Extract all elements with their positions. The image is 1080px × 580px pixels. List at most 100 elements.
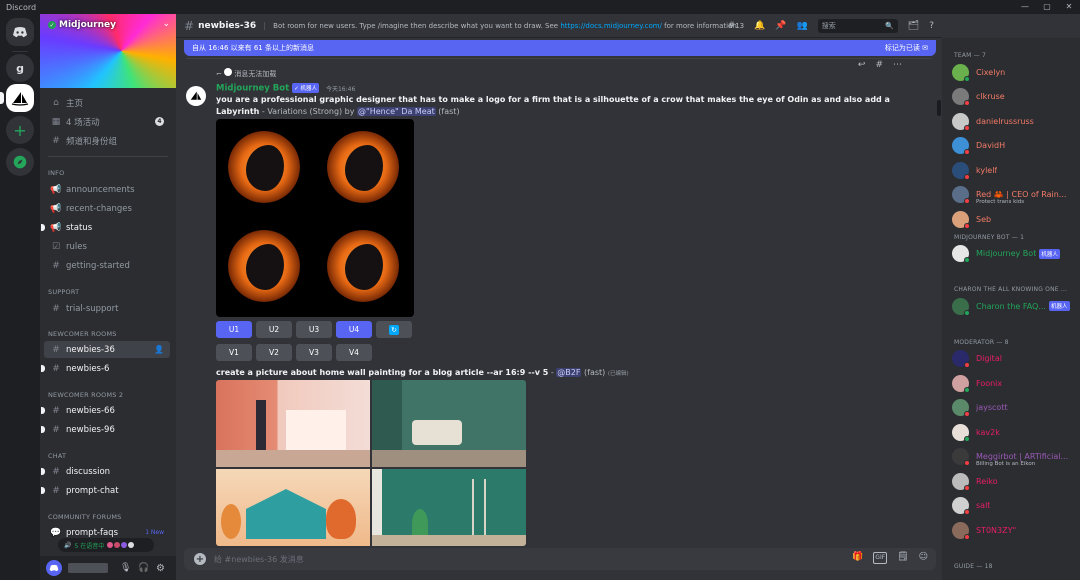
guild-g[interactable]: g xyxy=(6,54,34,82)
add-member-icon[interactable]: 👤 xyxy=(154,345,164,354)
minimize-button[interactable]: — xyxy=(1014,0,1036,14)
category-community-forums[interactable]: COMMUNITY FORUMS xyxy=(48,513,121,521)
pin-icon[interactable]: 📌 xyxy=(775,21,786,31)
maximize-button[interactable]: ▢ xyxy=(1036,0,1058,14)
username-redacted[interactable] xyxy=(68,563,108,573)
member-item[interactable]: ST0N3ZY" xyxy=(952,520,1076,540)
member-item[interactable]: Red 🦀 | CEO of Rain... Protect trans kids xyxy=(952,185,1076,205)
category-newcomer-rooms[interactable]: NEWCOMER ROOMS xyxy=(48,330,117,338)
channel-rules[interactable]: ☑ rules xyxy=(44,238,170,255)
gift-icon[interactable]: 🎁 xyxy=(852,552,863,564)
upscale-1-button[interactable]: U1 xyxy=(216,321,252,338)
reroll-button[interactable]: ↻ xyxy=(376,321,412,338)
user-mention[interactable]: @"Hence" Da Meat xyxy=(357,107,436,116)
new-messages-bar[interactable]: 自从 16:46 以来有 61 条以上的新消息 标记为已读 ✉ xyxy=(184,40,936,56)
member-item[interactable]: kylelf xyxy=(952,160,1076,180)
member-item[interactable]: Meggirbot | ARTificial... Billing Bot is … xyxy=(952,447,1076,467)
reply-icon[interactable]: ↩ xyxy=(858,60,866,70)
channel-status[interactable]: 📢 status xyxy=(41,219,170,236)
discord-home-icon[interactable] xyxy=(6,18,34,46)
category-support[interactable]: SUPPORT xyxy=(48,288,79,296)
member-item[interactable]: Charon the FAQ... 机器人 xyxy=(952,296,1076,316)
member-item[interactable]: kav2k xyxy=(952,422,1076,442)
avatar xyxy=(952,423,970,442)
sidebar-item-channels-roles[interactable]: # 频道和身份组 xyxy=(44,132,170,149)
close-button[interactable]: ✕ xyxy=(1058,0,1080,14)
variation-1-button[interactable]: V1 xyxy=(216,344,252,361)
member-item[interactable]: Foonix xyxy=(952,373,1076,393)
category-info[interactable]: INFO xyxy=(48,169,64,177)
explore-icon[interactable] xyxy=(6,148,34,176)
member-item[interactable]: Cixelyn xyxy=(952,62,1076,82)
channel-discussion[interactable]: # discussion xyxy=(41,463,170,480)
sticker-icon[interactable]: 🗒 xyxy=(897,552,908,564)
member-item[interactable]: salt xyxy=(952,496,1076,516)
upscale-2-button[interactable]: U2 xyxy=(256,321,292,338)
user-mention[interactable]: @B2F xyxy=(556,368,582,377)
inbox-icon[interactable]: 🗂 xyxy=(908,21,919,31)
channel-newbies-6[interactable]: # newbies-6 xyxy=(41,360,170,377)
scrollbar-thumb[interactable] xyxy=(937,100,941,116)
more-icon[interactable]: ⋯ xyxy=(893,60,902,70)
channel-newbies-96[interactable]: # newbies-96 xyxy=(41,421,170,438)
help-icon[interactable]: ? xyxy=(929,21,934,31)
member-item[interactable]: Reiko xyxy=(952,471,1076,491)
member-item[interactable]: DavidH xyxy=(952,136,1076,156)
channel-topic[interactable]: Bot room for new users. Type /imagine th… xyxy=(264,21,737,30)
threads-icon[interactable]: #13 xyxy=(728,21,744,31)
member-item[interactable]: Midjourney Bot 机器人 xyxy=(952,244,1076,264)
channel-newbies-36[interactable]: # newbies-36 👤 xyxy=(44,341,170,358)
server-banner[interactable]: ✓ Midjourney ⌄ xyxy=(40,14,176,88)
channel-announcements[interactable]: 📢 announcements xyxy=(44,181,170,198)
upscale-3-button[interactable]: U3 xyxy=(296,321,332,338)
category-chat[interactable]: CHAT xyxy=(48,452,66,460)
author-name[interactable]: Midjourney Bot xyxy=(216,84,289,94)
variation-2-button[interactable]: V2 xyxy=(256,344,292,361)
channel-getting-started[interactable]: # getting-started xyxy=(44,257,170,274)
member-item[interactable]: danielrussruss xyxy=(952,111,1076,131)
settings-gear-icon[interactable]: ⚙ xyxy=(156,563,165,574)
bell-icon[interactable]: 🔔 xyxy=(754,21,765,31)
channel-prompt-chat[interactable]: # prompt-chat xyxy=(41,482,170,499)
topic-link[interactable]: https://docs.midjourney.com/ xyxy=(560,22,662,30)
message-input[interactable]: + 给 #newbies-36 发消息 🎁 GIF 🗒 ☺ xyxy=(184,548,936,570)
member-list-icon[interactable]: 👥 xyxy=(797,21,808,31)
hash-icon: # xyxy=(52,485,60,496)
timestamp: 今天16:46 xyxy=(325,85,356,93)
sidebar-item-events[interactable]: ▦ 4 场活动 4 xyxy=(44,113,170,130)
channel-newbies-66[interactable]: # newbies-66 xyxy=(41,402,170,419)
thread-icon[interactable]: # xyxy=(875,60,883,70)
channel-trial-support[interactable]: # trial-support xyxy=(44,300,170,317)
avatar[interactable] xyxy=(46,560,62,576)
bot-avatar[interactable] xyxy=(186,86,206,106)
variation-4-button[interactable]: V4 xyxy=(336,344,372,361)
search-icon: 🔍 xyxy=(885,22,894,30)
guild-midjourney[interactable] xyxy=(6,84,34,112)
voice-status-pill[interactable]: 🔊 5 在语音中 xyxy=(58,538,154,552)
category-newcomer-rooms-2[interactable]: NEWCOMER ROOMS 2 xyxy=(48,391,123,399)
gif-icon[interactable]: GIF xyxy=(873,552,888,564)
microphone-icon[interactable]: 🎙 xyxy=(120,563,131,573)
variation-3-button[interactable]: V3 xyxy=(296,344,332,361)
add-server-icon[interactable]: + xyxy=(6,116,34,144)
search-input[interactable]: 搜索 🔍 xyxy=(817,19,898,33)
member-item[interactable]: jayscott xyxy=(952,398,1076,418)
topic-text: Bot room for new users. Type /imagine th… xyxy=(273,21,559,30)
member-item[interactable]: Digital xyxy=(952,349,1076,369)
channel-label: newbies-66 xyxy=(66,405,115,416)
sidebar-item-home[interactable]: ⌂ 主页 xyxy=(44,94,170,111)
channel-recent-changes[interactable]: 📢 recent-changes xyxy=(44,200,170,217)
topic-tail: for more information xyxy=(664,21,737,30)
emoji-icon[interactable]: ☺ xyxy=(919,552,928,564)
member-item[interactable]: clkruse xyxy=(952,87,1076,107)
painting-image-grid[interactable] xyxy=(216,380,526,546)
reply-preview[interactable]: ⌐ 消息无法加载 xyxy=(216,68,276,79)
new-badge: 1 New xyxy=(145,529,164,536)
headphones-icon[interactable]: 🎧 xyxy=(138,563,149,573)
mark-as-read-button[interactable]: 标记为已读 ✉ xyxy=(885,43,928,53)
member-item[interactable]: Seb xyxy=(952,209,1076,229)
upscale-4-button[interactable]: U4 xyxy=(336,321,372,338)
chevron-down-icon[interactable]: ⌄ xyxy=(162,19,170,29)
image-grid[interactable] xyxy=(216,119,414,317)
attach-plus-icon[interactable]: + xyxy=(194,553,206,565)
